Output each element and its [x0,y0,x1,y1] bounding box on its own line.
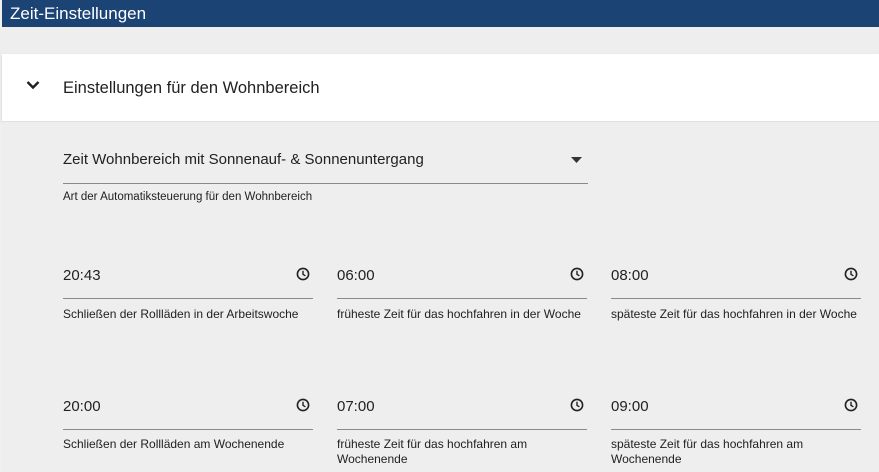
time-value: 06:00 [337,267,375,284]
chevron-down-icon[interactable] [26,80,40,90]
time-field-earliest-weekend[interactable]: 07:00 [337,398,587,430]
clock-icon[interactable] [296,267,310,281]
time-field-earliest-week[interactable]: 06:00 [337,267,587,299]
time-value: 20:43 [63,267,101,284]
header-spacer [0,27,879,54]
clock-icon[interactable] [296,398,310,412]
time-field-label: späteste Zeit für das hochfahren am Woch… [611,437,804,466]
time-value: 09:00 [611,398,649,415]
section-title: Einstellungen für den Wohnbereich [63,79,320,97]
time-value: 20:00 [63,398,101,415]
expansion-panel-header[interactable]: Einstellungen für den Wohnbereich [2,54,879,122]
select-helper-text: Art der Automatiksteuerung für den Wohnb… [63,191,313,203]
time-field-close-weekend[interactable]: 20:00 [63,398,313,430]
time-field-latest-week[interactable]: 08:00 [611,267,861,299]
time-field-label: späteste Zeit für das hochfahren in der … [611,307,857,321]
clock-icon[interactable] [844,398,858,412]
time-field-latest-weekend[interactable]: 09:00 [611,398,861,430]
time-field-label: früheste Zeit für das hochfahren am Woch… [337,437,528,466]
time-field-label: früheste Zeit für das hochfahren in der … [337,307,581,321]
page-title: Zeit-Einstellungen [10,4,147,23]
time-value: 08:00 [611,267,649,284]
app-header: Zeit-Einstellungen [2,0,879,27]
caret-down-icon[interactable] [571,157,582,163]
time-field-label: Schließen der Rollläden in der Arbeitswo… [63,307,299,321]
clock-icon[interactable] [844,267,858,281]
time-field-close-workweek[interactable]: 20:43 [63,267,313,299]
clock-icon[interactable] [570,267,584,281]
time-value: 07:00 [337,398,375,415]
clock-icon[interactable] [570,398,584,412]
select-value: Zeit Wohnbereich mit Sonnenauf- & Sonnen… [63,151,424,168]
time-field-label: Schließen der Rollläden am Wochenende [63,437,285,451]
automation-mode-select[interactable]: Zeit Wohnbereich mit Sonnenauf- & Sonnen… [63,148,588,184]
